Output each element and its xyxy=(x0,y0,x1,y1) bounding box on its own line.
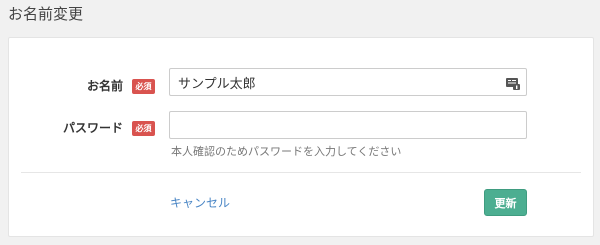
name-input[interactable] xyxy=(169,68,527,96)
name-change-form: お名前 必須 パスワード 必須 本人確認のためパスワードを入力してください キャ… xyxy=(8,37,594,237)
password-help-text: 本人確認のためパスワードを入力してください xyxy=(171,145,402,158)
password-input[interactable] xyxy=(169,111,527,139)
update-button[interactable]: 更新 xyxy=(484,189,527,216)
name-label: お名前 xyxy=(86,79,123,93)
password-label: パスワード xyxy=(62,121,123,135)
divider xyxy=(21,172,581,173)
contact-card-icon[interactable] xyxy=(506,75,520,90)
page-title: お名前変更 xyxy=(8,5,84,23)
name-required-badge: 必須 xyxy=(132,79,155,94)
cancel-link[interactable]: キャンセル xyxy=(170,195,230,211)
password-required-badge: 必須 xyxy=(132,121,155,136)
